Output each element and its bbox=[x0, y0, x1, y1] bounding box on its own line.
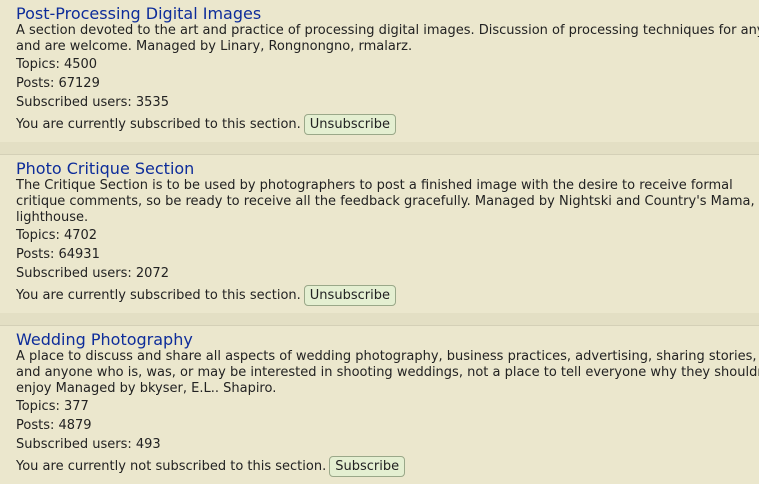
forum-section: Photo Critique Section The Critique Sect… bbox=[0, 154, 759, 325]
section-title-link[interactable]: Wedding Photography bbox=[16, 331, 193, 349]
subscribers-count: Subscribed users: 2072 bbox=[16, 266, 169, 281]
subscription-status: You are currently subscribed to this sec… bbox=[16, 287, 301, 303]
subscribers-count: Subscribed users: 493 bbox=[16, 437, 161, 452]
section-description: A section devoted to the art and practic… bbox=[16, 23, 759, 54]
subscription-row: You are currently subscribed to this sec… bbox=[16, 283, 759, 307]
subscribers-count: Subscribed users: 3535 bbox=[16, 95, 169, 110]
section-divider bbox=[0, 142, 759, 154]
section-description: A place to discuss and share all aspects… bbox=[16, 349, 759, 396]
topics-count: Topics: 4500 bbox=[16, 57, 98, 72]
forum-section: Wedding Photography A place to discuss a… bbox=[0, 325, 759, 484]
subscription-row: You are currently not subscribed to this… bbox=[16, 454, 759, 478]
posts-count: Posts: 4879 bbox=[16, 418, 92, 433]
topics-count: Topics: 377 bbox=[16, 399, 89, 414]
section-divider bbox=[0, 313, 759, 325]
section-description: The Critique Section is to be used by ph… bbox=[16, 178, 755, 225]
topics-count: Topics: 4702 bbox=[16, 228, 98, 243]
subscription-status: You are currently not subscribed to this… bbox=[16, 458, 327, 474]
unsubscribe-button[interactable]: Unsubscribe bbox=[303, 284, 396, 306]
subscription-row: You are currently subscribed to this sec… bbox=[16, 112, 759, 136]
posts-count: Posts: 67129 bbox=[16, 76, 100, 91]
forum-section: Post-Processing Digital Images A section… bbox=[0, 0, 759, 154]
section-title-link[interactable]: Post-Processing Digital Images bbox=[16, 5, 261, 23]
section-title-link[interactable]: Photo Critique Section bbox=[16, 160, 194, 178]
posts-count: Posts: 64931 bbox=[16, 247, 100, 262]
subscribe-button[interactable]: Subscribe bbox=[329, 455, 406, 477]
subscription-status: You are currently subscribed to this sec… bbox=[16, 116, 301, 132]
unsubscribe-button[interactable]: Unsubscribe bbox=[303, 113, 396, 135]
